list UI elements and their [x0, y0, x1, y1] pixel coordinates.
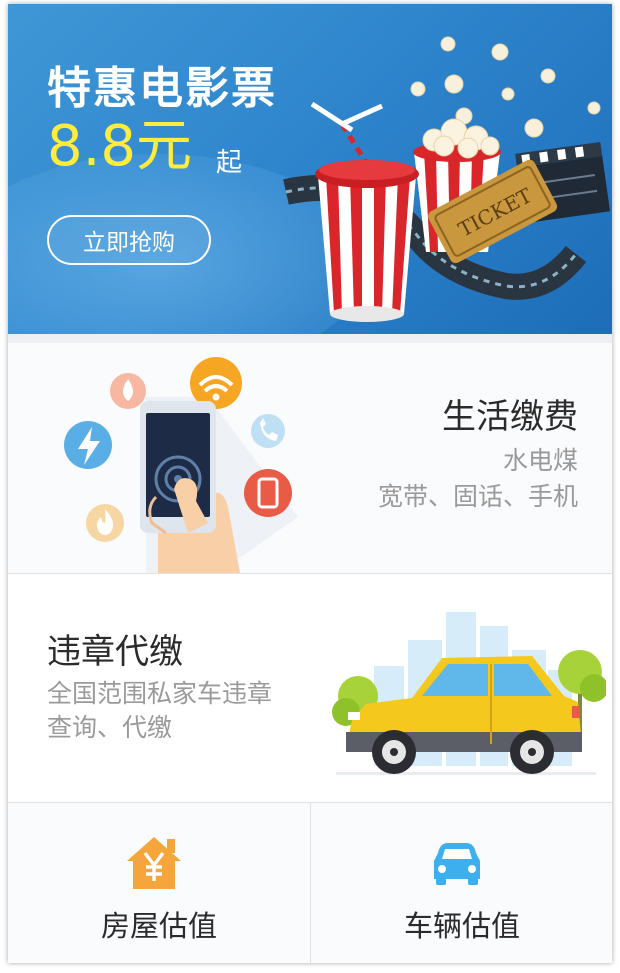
banner-price-suffix: 起 — [216, 148, 243, 178]
house-valuation-label: 房屋估值 — [100, 909, 217, 943]
flame-icon — [86, 504, 124, 542]
life-payment-card[interactable]: 生活缴费 水电煤 宽带、固话、手机 — [8, 343, 612, 573]
violation-subtitle-1: 全国范围私家车违章 — [47, 679, 273, 708]
phone-in-hand-illustration — [64, 357, 298, 573]
movie-snacks-illustration: TICKET — [283, 36, 611, 322]
life-payment-title: 生活缴费 — [442, 397, 578, 437]
life-payment-subtitle-2: 宽带、固话、手机 — [377, 482, 578, 511]
valuation-grid: 房屋估值 车辆估值 — [8, 803, 612, 963]
app-frame: 特惠电影票 8.8元 起 立即抢购 TICKET 生活缴费 水电煤 宽带、固话、… — [8, 4, 612, 963]
buy-now-button[interactable]: 立即抢购 — [47, 215, 211, 265]
house-yuan-icon — [127, 837, 181, 889]
house-valuation-tile[interactable]: 房屋估值 — [8, 803, 310, 963]
water-drop-icon — [110, 373, 146, 409]
banner-title: 特惠电影票 — [47, 63, 277, 114]
banner-price: 8.8元 — [47, 114, 193, 179]
violation-title: 违章代缴 — [47, 632, 183, 672]
car-front-icon — [434, 843, 480, 885]
life-payment-subtitle-1: 水电煤 — [502, 446, 578, 475]
car-valuation-label: 车辆估值 — [403, 909, 520, 943]
traffic-violation-card[interactable]: 违章代缴 全国范围私家车违章 查询、代缴 — [8, 574, 612, 802]
movie-ticket-banner[interactable]: 特惠电影票 8.8元 起 立即抢购 TICKET — [8, 4, 612, 334]
telephone-icon — [251, 414, 285, 448]
lightning-icon — [64, 421, 112, 469]
section-gap — [8, 334, 612, 343]
car-valuation-tile[interactable]: 车辆估值 — [311, 803, 612, 963]
yellow-suv-illustration — [332, 612, 606, 775]
violation-subtitle-2: 查询、代缴 — [47, 713, 173, 742]
mobile-phone-icon — [244, 469, 292, 517]
